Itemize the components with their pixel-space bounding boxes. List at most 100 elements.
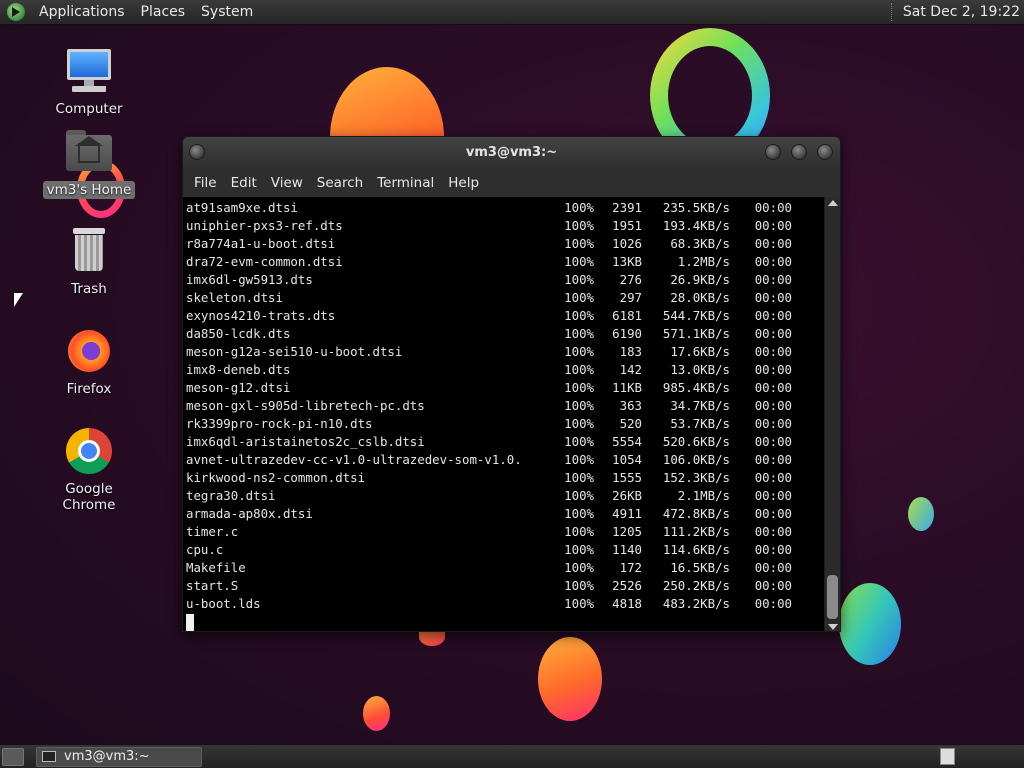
- scroll-down-icon[interactable]: [828, 624, 838, 630]
- terminal-line-size: 172: [619, 560, 642, 575]
- terminal-line-rate: 235.5KB/s: [662, 200, 730, 215]
- desktop-icon-firefox[interactable]: Firefox: [34, 326, 144, 398]
- terminal-line-name: kirkwood-ns2-common.dtsi: [186, 470, 366, 485]
- terminal-line-rate: 483.2KB/s: [662, 596, 730, 611]
- terminal-line-time: 00:00: [754, 254, 792, 269]
- prompt-line: [186, 613, 826, 631]
- desktop-icon-home[interactable]: vm3's Home: [34, 127, 144, 199]
- menu-places[interactable]: Places: [133, 0, 194, 25]
- clock[interactable]: Sat Dec 2, 19:22: [903, 4, 1024, 20]
- show-desktop-icon[interactable]: [2, 747, 24, 766]
- maximize-button[interactable]: [791, 144, 807, 160]
- terminal-line: dra72-evm-common.dtsi 100% 13KB 1.2MB/s 00:0…: [186, 253, 826, 271]
- terminal-line: tegra30.dtsi 100% 26KB 2.1MB/s 00:00: [186, 487, 826, 505]
- terminal-line-pct: 100%: [564, 272, 594, 287]
- menu-help[interactable]: Help: [441, 169, 486, 197]
- panel-separator: [890, 3, 893, 21]
- wallpaper-shape: [538, 637, 602, 721]
- menu-applications[interactable]: Applications: [31, 0, 133, 25]
- terminal-line-name: Makefile: [186, 560, 246, 575]
- terminal-line-name: uniphier-pxs3-ref.dts: [186, 218, 343, 233]
- terminal-line: meson-g12a-sei510-u-boot.dtsi 100% 183 17.6…: [186, 343, 826, 361]
- terminal-line-time: 00:00: [754, 578, 792, 593]
- terminal-line-name: skeleton.dtsi: [186, 290, 283, 305]
- terminal-line: r8a774a1-u-boot.dtsi 100% 1026 68.3KB/s 00:0…: [186, 235, 826, 253]
- menu-file[interactable]: File: [187, 169, 224, 197]
- terminal-line-rate: 68.3KB/s: [670, 236, 730, 251]
- terminal-line-time: 00:00: [754, 506, 792, 521]
- window-titlebar[interactable]: vm3@vm3:~: [183, 137, 840, 169]
- terminal-line: da850-lcdk.dts 100% 6190 571.1KB/s 00:00: [186, 325, 826, 343]
- terminal-line-pct: 100%: [564, 578, 594, 593]
- terminal-line-time: 00:00: [754, 200, 792, 215]
- desktop-icon-label: Google Chrome: [62, 481, 116, 513]
- menu-system[interactable]: System: [193, 0, 261, 25]
- terminal-line-size: 142: [619, 362, 642, 377]
- terminal-line-time: 00:00: [754, 434, 792, 449]
- terminal-line-pct: 100%: [564, 380, 594, 395]
- minimize-button[interactable]: [765, 144, 781, 160]
- terminal-line-time: 00:00: [754, 290, 792, 305]
- terminal-line-time: 00:00: [754, 380, 792, 395]
- terminal-line-pct: 100%: [564, 488, 594, 503]
- terminal-line: at91sam9xe.dtsi 100% 2391 235.5KB/s 00:00: [186, 199, 826, 217]
- terminal-line: start.S 100% 2526 250.2KB/s 00:00: [186, 577, 826, 595]
- terminal-line-name: imx6qdl-aristainetos2c_cslb.dtsi: [186, 434, 425, 449]
- terminal-line-name: meson-g12a-sei510-u-boot.dtsi: [186, 344, 403, 359]
- menu-view[interactable]: View: [264, 169, 310, 197]
- desktop-icon-label: Trash: [71, 281, 107, 297]
- terminal-line-size: 520: [619, 416, 642, 431]
- workspace-switcher[interactable]: [940, 748, 955, 765]
- taskbar-terminal-button[interactable]: vm3@vm3:~: [36, 746, 202, 767]
- terminal-line-rate: 544.7KB/s: [662, 308, 730, 323]
- terminal-line-size: 2391: [612, 200, 642, 215]
- close-button[interactable]: [817, 144, 833, 160]
- terminal-line-pct: 100%: [564, 506, 594, 521]
- scroll-up-icon[interactable]: [828, 200, 838, 206]
- terminal-line: kirkwood-ns2-common.dtsi 100% 1555 152.3KB/…: [186, 469, 826, 487]
- terminal-output[interactable]: at91sam9xe.dtsi 100% 2391 235.5KB/s 00:00 uni…: [183, 197, 826, 631]
- terminal-line-size: 13KB: [612, 254, 642, 269]
- terminal-scrollbar[interactable]: [824, 197, 840, 631]
- computer-icon: [64, 46, 114, 96]
- terminal-line-name: timer.c: [186, 524, 239, 539]
- wallpaper-shape: [908, 497, 934, 531]
- terminal-line: imx8-deneb.dts 100% 142 13.0KB/s 00:00: [186, 361, 826, 379]
- terminal-line: skeleton.dtsi 100% 297 28.0KB/s 00:00: [186, 289, 826, 307]
- terminal-line: meson-gxl-s905d-libretech-pc.dts 100% 363 3…: [186, 397, 826, 415]
- menu-terminal[interactable]: Terminal: [370, 169, 441, 197]
- terminal-line-size: 11KB: [612, 380, 642, 395]
- terminal-line-rate: 114.6KB/s: [662, 542, 730, 557]
- terminal-line-name: armada-ap80x.dtsi: [186, 506, 313, 521]
- terminal-line-pct: 100%: [564, 596, 594, 611]
- terminal-line-name: imx6dl-gw5913.dts: [186, 272, 313, 287]
- desktop-icon-computer[interactable]: Computer: [34, 46, 144, 118]
- terminal-line-name: start.S: [186, 578, 239, 593]
- terminal-line: avnet-ultrazedev-cc-v1.0-ultrazedev-som-…: [186, 451, 826, 469]
- desktop-icon-trash[interactable]: Trash: [34, 226, 144, 298]
- terminal-line-name: cpu.c: [186, 542, 224, 557]
- desktop-icon-chrome[interactable]: Google Chrome: [34, 426, 144, 514]
- terminal-line-rate: 16.5KB/s: [670, 560, 730, 575]
- wallpaper-shape: [363, 696, 390, 731]
- terminal-line-rate: 34.7KB/s: [670, 398, 730, 413]
- terminal-line-name: rk3399pro-rock-pi-n10.dts: [186, 416, 373, 431]
- menu-search[interactable]: Search: [310, 169, 370, 197]
- terminal-line: imx6dl-gw5913.dts 100% 276 26.9KB/s 00:00: [186, 271, 826, 289]
- terminal-line-rate: 985.4KB/s: [662, 380, 730, 395]
- menu-edit[interactable]: Edit: [224, 169, 264, 197]
- terminal-line-rate: 26.9KB/s: [670, 272, 730, 287]
- terminal-line-rate: 472.8KB/s: [662, 506, 730, 521]
- scrollbar-thumb[interactable]: [827, 575, 838, 619]
- terminal-line-name: exynos4210-trats.dts: [186, 308, 336, 323]
- terminal-line-pct: 100%: [564, 542, 594, 557]
- terminal-line-pct: 100%: [564, 308, 594, 323]
- terminal-line-rate: 106.0KB/s: [662, 452, 730, 467]
- terminal-line: imx6qdl-aristainetos2c_cslb.dtsi 100% 5554…: [186, 433, 826, 451]
- terminal-line-time: 00:00: [754, 308, 792, 323]
- terminal-line-rate: 28.0KB/s: [670, 290, 730, 305]
- distro-logo-icon[interactable]: [7, 3, 25, 21]
- terminal-line-pct: 100%: [564, 416, 594, 431]
- window-title: vm3@vm3:~: [465, 145, 558, 160]
- terminal-line-size: 1026: [612, 236, 642, 251]
